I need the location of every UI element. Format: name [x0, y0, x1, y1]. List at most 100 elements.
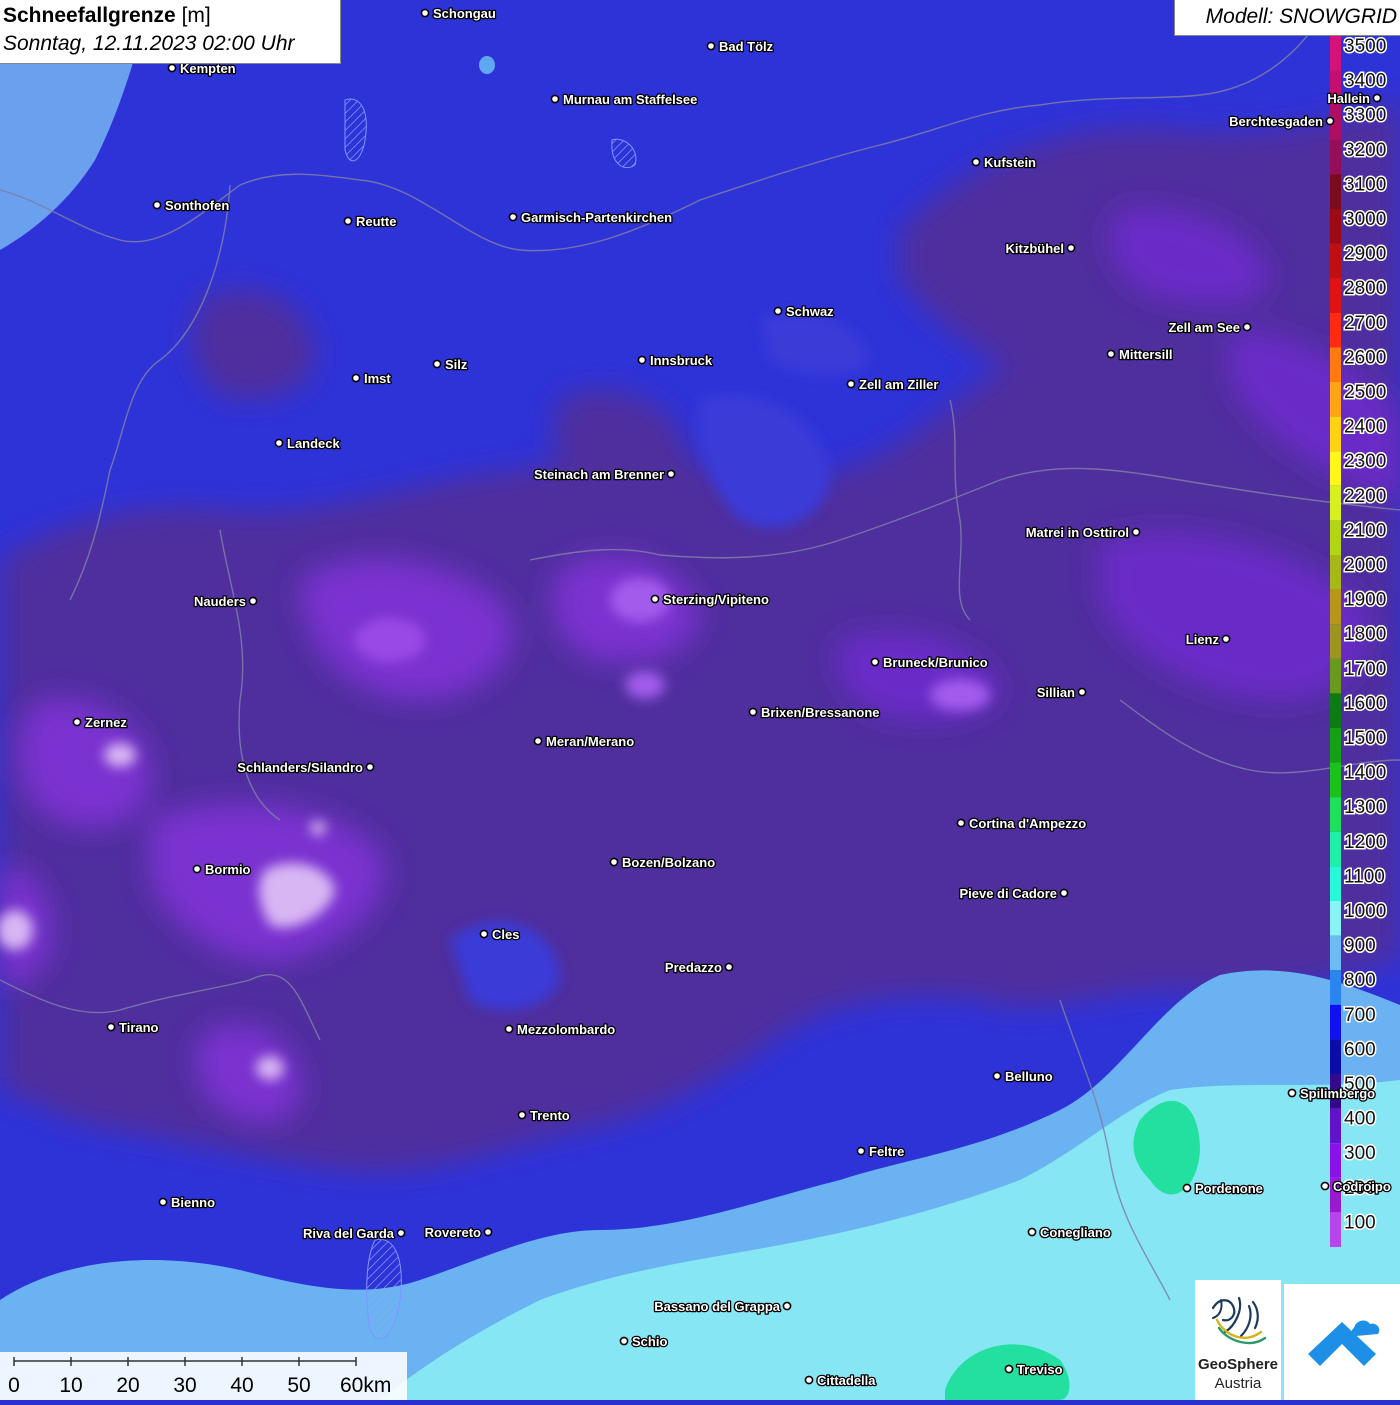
- city-dot[interactable]: [650, 594, 660, 604]
- geosphere-mark-icon: [1211, 1296, 1267, 1345]
- legend-swatch: [1330, 624, 1341, 659]
- legend-label: 2100: [1344, 520, 1386, 541]
- weather-app-logo[interactable]: [1284, 1284, 1400, 1400]
- legend-swatch: [1330, 1108, 1341, 1144]
- legend-swatch: [1330, 866, 1341, 901]
- city-label: Landeck: [287, 436, 341, 451]
- model-label: Modell: SNOWGRID: [1205, 5, 1397, 28]
- city-dot[interactable]: [619, 1336, 629, 1346]
- city-dot[interactable]: [1372, 93, 1382, 103]
- city-label: Zell am Ziller: [859, 377, 938, 392]
- legend-swatch: [1330, 243, 1341, 279]
- city-dot[interactable]: [846, 379, 856, 389]
- city-label: Matrei in Osttirol: [1026, 525, 1129, 540]
- city-dot[interactable]: [804, 1375, 814, 1385]
- legend-label: 2300: [1344, 451, 1386, 472]
- city-dot[interactable]: [274, 438, 284, 448]
- legend-swatch: [1330, 831, 1341, 867]
- city-dot[interactable]: [158, 1197, 168, 1207]
- snowfall-line-map[interactable]: 3500340033003200310030002900280027002600…: [0, 0, 1400, 1400]
- city-dot[interactable]: [706, 41, 716, 51]
- legend-swatch: [1330, 278, 1341, 313]
- city-dot[interactable]: [956, 818, 966, 828]
- city-dot[interactable]: [72, 717, 82, 727]
- city-dot[interactable]: [508, 212, 518, 222]
- scale-tick-label: 60km: [340, 1374, 391, 1397]
- city-dot[interactable]: [1077, 687, 1087, 697]
- geosphere-logo[interactable]: GeoSphere Austria: [1195, 1280, 1281, 1400]
- city-label: Bassano del Grappa: [654, 1299, 780, 1314]
- city-dot[interactable]: [971, 157, 981, 167]
- city-dot[interactable]: [1287, 1088, 1297, 1098]
- legend-label: 2400: [1344, 417, 1386, 438]
- city-dot[interactable]: [1106, 349, 1116, 359]
- legend-swatch: [1330, 1004, 1341, 1040]
- city-dot[interactable]: [106, 1022, 116, 1032]
- legend-label: 1000: [1344, 901, 1386, 922]
- city-dot[interactable]: [167, 63, 177, 73]
- city-dot[interactable]: [748, 707, 758, 717]
- city-dot[interactable]: [343, 216, 353, 226]
- city-dot[interactable]: [609, 857, 619, 867]
- legend-label: 100: [1344, 1212, 1376, 1233]
- city-dot[interactable]: [724, 962, 734, 972]
- legend-label: 3500: [1344, 36, 1386, 57]
- city-label: Pieve di Cadore: [959, 886, 1057, 901]
- legend-swatch: [1330, 762, 1341, 798]
- city-dot[interactable]: [1242, 322, 1252, 332]
- city-dot[interactable]: [365, 762, 375, 772]
- legend-label: 800: [1344, 970, 1376, 991]
- legend-label: 2000: [1344, 555, 1386, 576]
- city-dot[interactable]: [856, 1146, 866, 1156]
- city-dot[interactable]: [1182, 1183, 1192, 1193]
- city-dot[interactable]: [432, 359, 442, 369]
- city-dot[interactable]: [992, 1071, 1002, 1081]
- city-dot[interactable]: [1027, 1227, 1037, 1237]
- city-dot[interactable]: [637, 355, 647, 365]
- city-dot[interactable]: [1066, 243, 1076, 253]
- legend-label: 3000: [1344, 209, 1386, 230]
- legend-label: 3300: [1344, 105, 1386, 126]
- city-dot[interactable]: [533, 736, 543, 746]
- city-label: Sonthofen: [165, 198, 229, 213]
- city-dot[interactable]: [420, 8, 430, 18]
- map-title-unit: [m]: [181, 4, 211, 27]
- legend-label: 2200: [1344, 486, 1386, 507]
- legend-label: 1600: [1344, 693, 1386, 714]
- city-dot[interactable]: [152, 200, 162, 210]
- city-label: Cortina d'Ampezzo: [969, 816, 1086, 831]
- city-dot[interactable]: [1059, 888, 1069, 898]
- city-dot[interactable]: [1325, 116, 1335, 126]
- city-dot[interactable]: [1004, 1364, 1014, 1374]
- legend-swatch: [1330, 36, 1341, 71]
- city-dot[interactable]: [351, 373, 361, 383]
- city-dot[interactable]: [782, 1301, 792, 1311]
- city-dot[interactable]: [1131, 527, 1141, 537]
- city-label: Conegliano: [1040, 1225, 1111, 1240]
- city-dot[interactable]: [396, 1228, 406, 1238]
- city-label: Schwaz: [786, 304, 834, 319]
- city-label: Trento: [530, 1108, 570, 1123]
- city-label: Imst: [364, 371, 391, 386]
- legend-label: 2800: [1344, 278, 1386, 299]
- city-dot[interactable]: [248, 596, 258, 606]
- city-label: Rovereto: [425, 1225, 481, 1240]
- city-label: Zell am See: [1168, 320, 1240, 335]
- city-dot[interactable]: [479, 929, 489, 939]
- city-dot[interactable]: [504, 1024, 514, 1034]
- legend-label: 1900: [1344, 590, 1386, 611]
- legend-swatch: [1330, 797, 1341, 832]
- city-dot[interactable]: [1221, 634, 1231, 644]
- legend-swatch: [1330, 658, 1341, 694]
- city-dot[interactable]: [550, 94, 560, 104]
- city-dot[interactable]: [870, 657, 880, 667]
- city-dot[interactable]: [517, 1110, 527, 1120]
- legend-swatch: [1330, 312, 1341, 348]
- city-dot[interactable]: [666, 469, 676, 479]
- city-dot[interactable]: [483, 1227, 493, 1237]
- legend-swatch: [1330, 347, 1341, 382]
- city-dot[interactable]: [1320, 1181, 1330, 1191]
- city-dot[interactable]: [192, 864, 202, 874]
- model-label-box: Modell: SNOWGRID: [1174, 0, 1400, 36]
- city-dot[interactable]: [773, 306, 783, 316]
